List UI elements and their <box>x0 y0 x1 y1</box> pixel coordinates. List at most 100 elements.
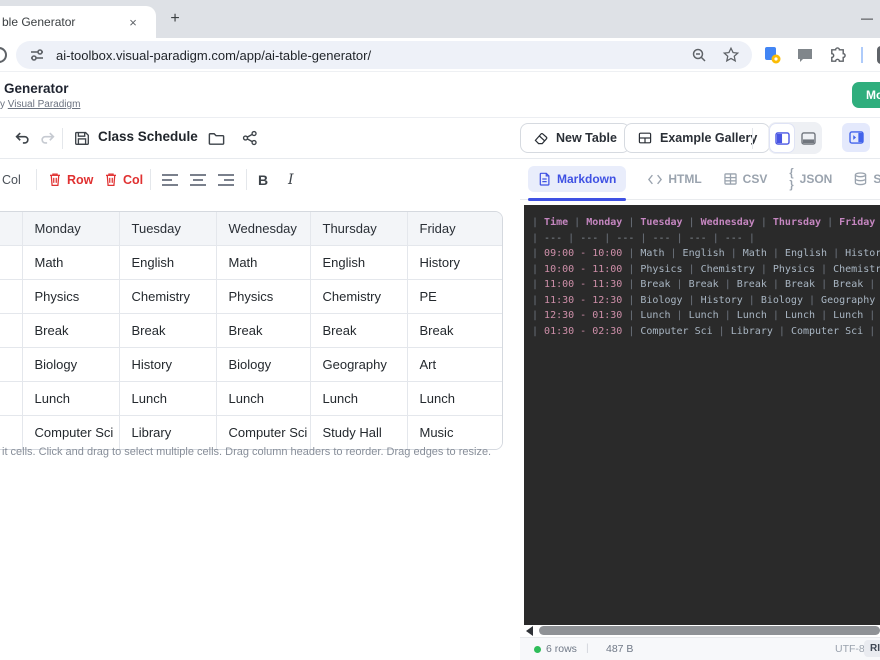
table-row: 11:30 - 12:30BiologyHistoryBiologyGeogra… <box>0 348 502 382</box>
tab-json[interactable]: { } JSON <box>789 167 832 191</box>
window-minimize-button[interactable]: — <box>854 6 880 30</box>
toggle-right-panel-button[interactable] <box>842 123 870 152</box>
align-left-button[interactable] <box>161 159 179 200</box>
table-cell[interactable]: Computer Sci <box>22 416 119 450</box>
table-cell[interactable]: Break <box>407 314 502 348</box>
delete-row-button[interactable]: Row <box>48 159 93 200</box>
scrollbar-thumb[interactable] <box>539 626 880 635</box>
share-icon[interactable] <box>240 128 260 148</box>
split-vertical-button[interactable] <box>770 124 794 152</box>
zoom-out-icon[interactable] <box>690 46 708 64</box>
time-cell[interactable]: 12:30 - 01:30 <box>0 382 22 416</box>
column-header[interactable]: Monday <box>22 212 119 246</box>
url-text: ai-toolbox.visual-paradigm.com/app/ai-ta… <box>56 48 371 63</box>
browser-tab[interactable]: ble Generator × <box>0 6 156 38</box>
bold-label: B <box>258 172 268 188</box>
trash-icon <box>104 172 118 187</box>
table-cell[interactable]: Chemistry <box>310 280 407 314</box>
redo-icon[interactable] <box>38 128 58 148</box>
feedback-icon[interactable] <box>796 46 814 64</box>
add-column-button[interactable]: Col <box>2 159 21 200</box>
extension-colored-icon[interactable] <box>762 45 782 65</box>
example-gallery-button[interactable]: Example Gallery <box>624 123 770 153</box>
table-cell[interactable]: Biology <box>216 348 310 382</box>
table-cell[interactable]: History <box>407 246 502 280</box>
export-statusbar: 6 rows | 487 B UTF-8 RI <box>520 637 880 660</box>
column-header[interactable]: Wednesday <box>216 212 310 246</box>
byline-prefix: y <box>0 99 8 110</box>
column-header[interactable]: Friday <box>407 212 502 246</box>
address-bar[interactable]: ai-toolbox.visual-paradigm.com/app/ai-ta… <box>16 41 752 69</box>
new-tab-button[interactable]: + <box>164 9 186 31</box>
table-cell[interactable]: Lunch <box>119 382 216 416</box>
table-cell[interactable]: Lunch <box>216 382 310 416</box>
markdown-code-view[interactable]: | Time | Monday | Tuesday | Wednesday | … <box>524 205 880 625</box>
align-center-button[interactable] <box>189 159 207 200</box>
tab-sql[interactable]: SQL <box>854 172 880 186</box>
table-cell[interactable]: Break <box>119 314 216 348</box>
scroll-left-arrow[interactable] <box>526 626 533 636</box>
undo-icon[interactable] <box>12 128 32 148</box>
more-tools-button[interactable]: Mo <box>852 82 880 108</box>
site-settings-icon[interactable] <box>29 47 45 63</box>
tab-csv[interactable]: CSV <box>724 172 768 186</box>
time-cell[interactable]: 11:30 - 12:30 <box>0 348 22 382</box>
table-cell[interactable]: Biology <box>22 348 119 382</box>
table-cell[interactable]: PE <box>407 280 502 314</box>
tab-markdown[interactable]: Markdown <box>528 166 626 192</box>
tab-html[interactable]: HTML <box>648 172 701 186</box>
table-cell[interactable]: Math <box>22 246 119 280</box>
toolbar-divider <box>150 169 151 190</box>
table-cell[interactable]: Library <box>119 416 216 450</box>
code-brackets-icon <box>648 174 662 185</box>
table-cell[interactable]: History <box>119 348 216 382</box>
table-cell[interactable]: Break <box>22 314 119 348</box>
split-horizontal-button[interactable] <box>796 124 820 152</box>
open-folder-icon[interactable] <box>206 128 226 148</box>
time-cell[interactable]: 01:30 - 02:30 <box>0 416 22 450</box>
column-header[interactable]: Thursday <box>310 212 407 246</box>
table-cell[interactable]: Art <box>407 348 502 382</box>
time-cell[interactable]: 11:00 - 11:30 <box>0 314 22 348</box>
table-cell[interactable]: Lunch <box>310 382 407 416</box>
align-right-button[interactable] <box>217 159 235 200</box>
table-cell[interactable]: English <box>119 246 216 280</box>
document-title[interactable]: Class Schedule <box>98 129 198 144</box>
toolbar-divider <box>62 128 63 149</box>
table-cell[interactable]: Geography <box>310 348 407 382</box>
visual-paradigm-link[interactable]: Visual Paradigm <box>8 99 81 110</box>
reload-icon[interactable] <box>0 47 7 63</box>
bookmark-star-icon[interactable] <box>722 46 740 64</box>
table-cell[interactable]: English <box>310 246 407 280</box>
save-icon[interactable] <box>72 128 92 148</box>
table-cell[interactable]: Physics <box>216 280 310 314</box>
new-table-button[interactable]: New Table <box>520 123 630 153</box>
table-cell[interactable]: Math <box>216 246 310 280</box>
column-header-time[interactable]: Time <box>0 212 22 246</box>
table-cell[interactable]: Music <box>407 416 502 450</box>
table-cell[interactable]: Physics <box>22 280 119 314</box>
table-cell[interactable]: Break <box>216 314 310 348</box>
column-header[interactable]: Tuesday <box>119 212 216 246</box>
bold-button[interactable]: B <box>258 159 268 200</box>
table-cell[interactable]: Lunch <box>22 382 119 416</box>
table-cell[interactable]: Computer Sci <box>216 416 310 450</box>
new-table-label: New Table <box>556 131 617 145</box>
table-edit-toolbar: Col Row Col B <box>0 159 516 200</box>
italic-button[interactable]: I <box>288 159 294 200</box>
table-cell[interactable]: Break <box>310 314 407 348</box>
delete-column-button[interactable]: Col <box>104 159 143 200</box>
delete-column-label: Col <box>123 173 143 187</box>
time-cell[interactable]: 10:00 - 11:00 <box>0 280 22 314</box>
tab-sql-label: SQL <box>873 172 880 186</box>
status-badge: RI <box>864 640 880 657</box>
tab-close-icon[interactable]: × <box>124 15 142 30</box>
time-cell[interactable]: 09:00 - 10:00 <box>0 246 22 280</box>
table-cell[interactable]: Lunch <box>407 382 502 416</box>
layout-switcher <box>768 122 822 154</box>
status-dot <box>534 646 541 653</box>
table-cell[interactable]: Chemistry <box>119 280 216 314</box>
table-cell[interactable]: Study Hall <box>310 416 407 450</box>
extensions-puzzle-icon[interactable] <box>828 46 847 65</box>
tab-markdown-label: Markdown <box>557 172 616 186</box>
